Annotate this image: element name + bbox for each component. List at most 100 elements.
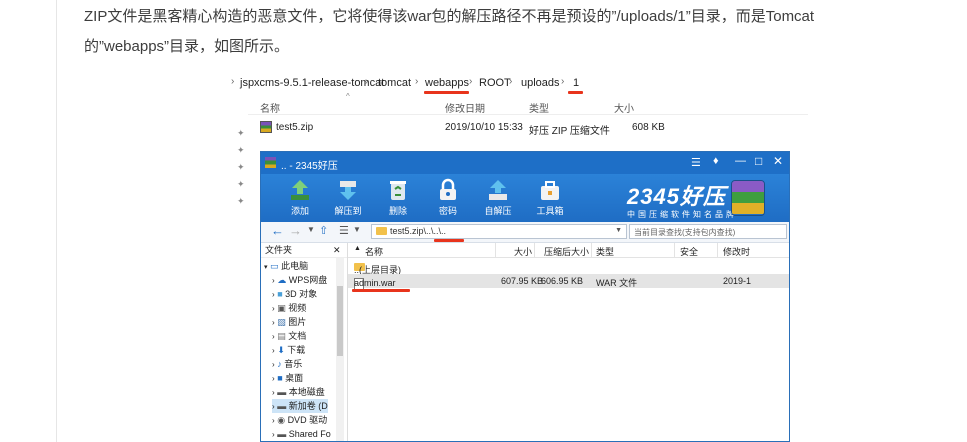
list-item-admin-war[interactable]: admin.war 607.95 KB 606.95 KB WAR 文件 201… xyxy=(348,274,789,290)
window-title: .. - 2345好压 xyxy=(281,161,338,172)
tree-label: 视频 xyxy=(288,303,307,313)
highlight-underline xyxy=(352,289,410,292)
article-line-1: ZIP文件是黑客精心构造的恶意文件，它将使得该war包的解压路径不再是预设的”/… xyxy=(84,8,815,25)
column-header-size[interactable]: 大小 xyxy=(614,100,634,115)
path-input[interactable]: test5.zip\..\..\.. ▼ xyxy=(371,224,627,242)
tree-item[interactable]: › ■ 3D 对象 xyxy=(272,287,317,301)
tree-item[interactable]: › ⬇ 下载 xyxy=(272,343,305,357)
tree-item-selected[interactable]: › ▬ 新加卷 (D xyxy=(272,399,328,413)
file-type: 好压 ZIP 压缩文件 xyxy=(529,126,610,137)
column-header-type[interactable]: 类型 xyxy=(529,100,549,115)
brand-slogan: 中国压缩软件知名品牌 xyxy=(627,210,737,219)
highlight-underline xyxy=(424,91,469,94)
minimize-icon[interactable]: — xyxy=(735,155,746,167)
tree-label: 本地磁盘 xyxy=(288,387,325,397)
self-extract-button[interactable]: 自解压 xyxy=(481,176,515,220)
row-modified: 2019-1 xyxy=(723,276,752,286)
folder-icon xyxy=(376,227,387,235)
folder-tree-pane: 文件夹 ✕ ▾ ▭ 此电脑 › ☁ WPS网盘 › ■ 3D 对象 › ▣ 视频… xyxy=(261,243,348,441)
pin-icon: ✦ xyxy=(237,145,245,155)
scrollbar-thumb[interactable] xyxy=(337,286,343,356)
extract-to-button[interactable]: 解压到 xyxy=(331,176,365,220)
chevron-down-icon[interactable]: ▼ xyxy=(307,225,315,234)
haozip-window: .. - 2345好压 ☰ ♦ — □ ✕ 添加 解压到 删除 密码 自解压 工… xyxy=(260,151,790,442)
tree-item[interactable]: › ▬ Shared Fo xyxy=(272,427,331,441)
chevron-down-icon[interactable]: ▼ xyxy=(353,225,361,234)
tree-item-this-pc[interactable]: ▾ ▭ 此电脑 xyxy=(264,259,308,273)
column-header-security[interactable]: 安全 xyxy=(680,245,698,258)
chevron-right-icon: › xyxy=(365,76,369,87)
row-size: 607.95 KB xyxy=(501,276,544,286)
list-item-parent-dir[interactable]: ..(上层目录) xyxy=(348,259,789,275)
pin-icon: ✦ xyxy=(237,162,245,172)
toolbar-label: 添加 xyxy=(290,206,309,216)
close-icon[interactable]: ✕ xyxy=(333,243,341,257)
sort-up-icon: ▲ xyxy=(354,245,361,252)
column-header-modified[interactable]: 修改日期 xyxy=(445,100,485,115)
column-header-name[interactable]: 名称 xyxy=(260,100,280,115)
explorer-address-bar[interactable]: › jspxcms-9.5.1-release-tomcat › tomcat … xyxy=(228,70,808,96)
breadcrumb-item[interactable]: webapps xyxy=(425,77,469,89)
toolbox-button[interactable]: 工具箱 xyxy=(533,176,567,220)
tree-item[interactable]: › ■ 桌面 xyxy=(272,371,303,385)
toolbar-label: 解压到 xyxy=(334,206,362,216)
tree-item[interactable]: › ♪ 音乐 xyxy=(272,357,302,371)
add-button[interactable]: 添加 xyxy=(283,176,317,220)
screenshot-figure: › jspxcms-9.5.1-release-tomcat › tomcat … xyxy=(228,70,808,442)
breadcrumb-item[interactable]: 1 xyxy=(573,77,579,89)
file-row[interactable]: test5.zip 2019/10/10 15:33 好压 ZIP 压缩文件 6… xyxy=(260,120,800,137)
search-input[interactable]: 当前目录查找(支持包内查找) xyxy=(629,224,787,239)
add-archive-icon xyxy=(291,180,309,200)
tree-item[interactable]: › ▤ 文档 xyxy=(272,329,306,343)
chevron-right-icon: › xyxy=(469,76,473,87)
tree-label: 3D 对象 xyxy=(285,289,318,299)
article-paragraph: ZIP文件是黑客精心构造的恶意文件，它将使得该war包的解压路径不再是预设的”/… xyxy=(84,2,944,62)
tree-scrollbar[interactable] xyxy=(336,258,344,441)
divider xyxy=(248,114,808,115)
password-button[interactable]: 密码 xyxy=(431,176,465,220)
tree-item[interactable]: › ◉ DVD 驱动 xyxy=(272,413,327,427)
breadcrumb-item[interactable]: uploads xyxy=(521,77,560,89)
folder-pane-header: 文件夹 ✕ xyxy=(261,243,347,258)
toolbar-label: 工具箱 xyxy=(536,206,564,216)
self-extract-icon xyxy=(489,180,507,200)
delete-button[interactable]: 删除 xyxy=(381,176,415,220)
column-header-packed[interactable]: 压缩后大小 xyxy=(544,245,589,258)
tree-label: Shared Fo xyxy=(288,429,331,439)
breadcrumb-item[interactable]: ROOT xyxy=(479,77,511,89)
tree-label: 音乐 xyxy=(284,359,303,369)
toolbar-label: 自解压 xyxy=(484,206,512,216)
tree-label: 桌面 xyxy=(285,373,304,383)
pin-icon: ✦ xyxy=(237,179,245,189)
column-header-type[interactable]: 类型 xyxy=(596,245,614,258)
forward-arrow-icon[interactable]: → xyxy=(289,223,302,238)
tree-item[interactable]: › ▣ 视频 xyxy=(272,301,306,315)
row-name: admin.war xyxy=(354,278,396,288)
tree-item[interactable]: › ▬ 本地磁盘 xyxy=(272,385,325,399)
tree-label: 图片 xyxy=(288,317,307,327)
toolbar-label: 删除 xyxy=(388,206,407,216)
column-header-size[interactable]: 大小 xyxy=(514,245,532,258)
tree-item[interactable]: › ▧ 图片 xyxy=(272,315,306,329)
chevron-down-icon[interactable]: ▼ xyxy=(615,227,622,234)
maximize-icon[interactable]: □ xyxy=(755,154,762,168)
tree-label: DVD 驱动 xyxy=(287,415,328,425)
column-header-name[interactable]: 名称 xyxy=(365,245,383,258)
file-name: test5.zip xyxy=(276,122,314,133)
window-titlebar[interactable]: .. - 2345好压 ☰ ♦ — □ ✕ xyxy=(261,152,789,174)
file-modified: 2019/10/10 15:33 xyxy=(445,122,523,133)
article-line-2: 的”webapps”目录，如图所示。 xyxy=(84,38,290,55)
close-icon[interactable]: ✕ xyxy=(773,154,783,168)
column-header-modified[interactable]: 修改时 xyxy=(723,245,750,258)
breadcrumb-item[interactable]: jspxcms-9.5.1-release-tomcat xyxy=(240,77,384,89)
back-arrow-icon[interactable]: ← xyxy=(271,223,284,238)
shirt-icon[interactable]: ♦ xyxy=(713,155,719,167)
row-packed: 606.95 KB xyxy=(541,276,584,286)
view-list-icon[interactable]: ☰ xyxy=(339,224,349,237)
menu-icon[interactable]: ☰ xyxy=(691,156,701,169)
tree-item[interactable]: › ☁ WPS网盘 xyxy=(272,273,327,287)
up-folder-icon[interactable]: ⇧ xyxy=(319,224,328,237)
lock-icon xyxy=(440,178,456,200)
breadcrumb-item[interactable]: tomcat xyxy=(378,77,411,89)
highlight-underline xyxy=(434,239,464,242)
